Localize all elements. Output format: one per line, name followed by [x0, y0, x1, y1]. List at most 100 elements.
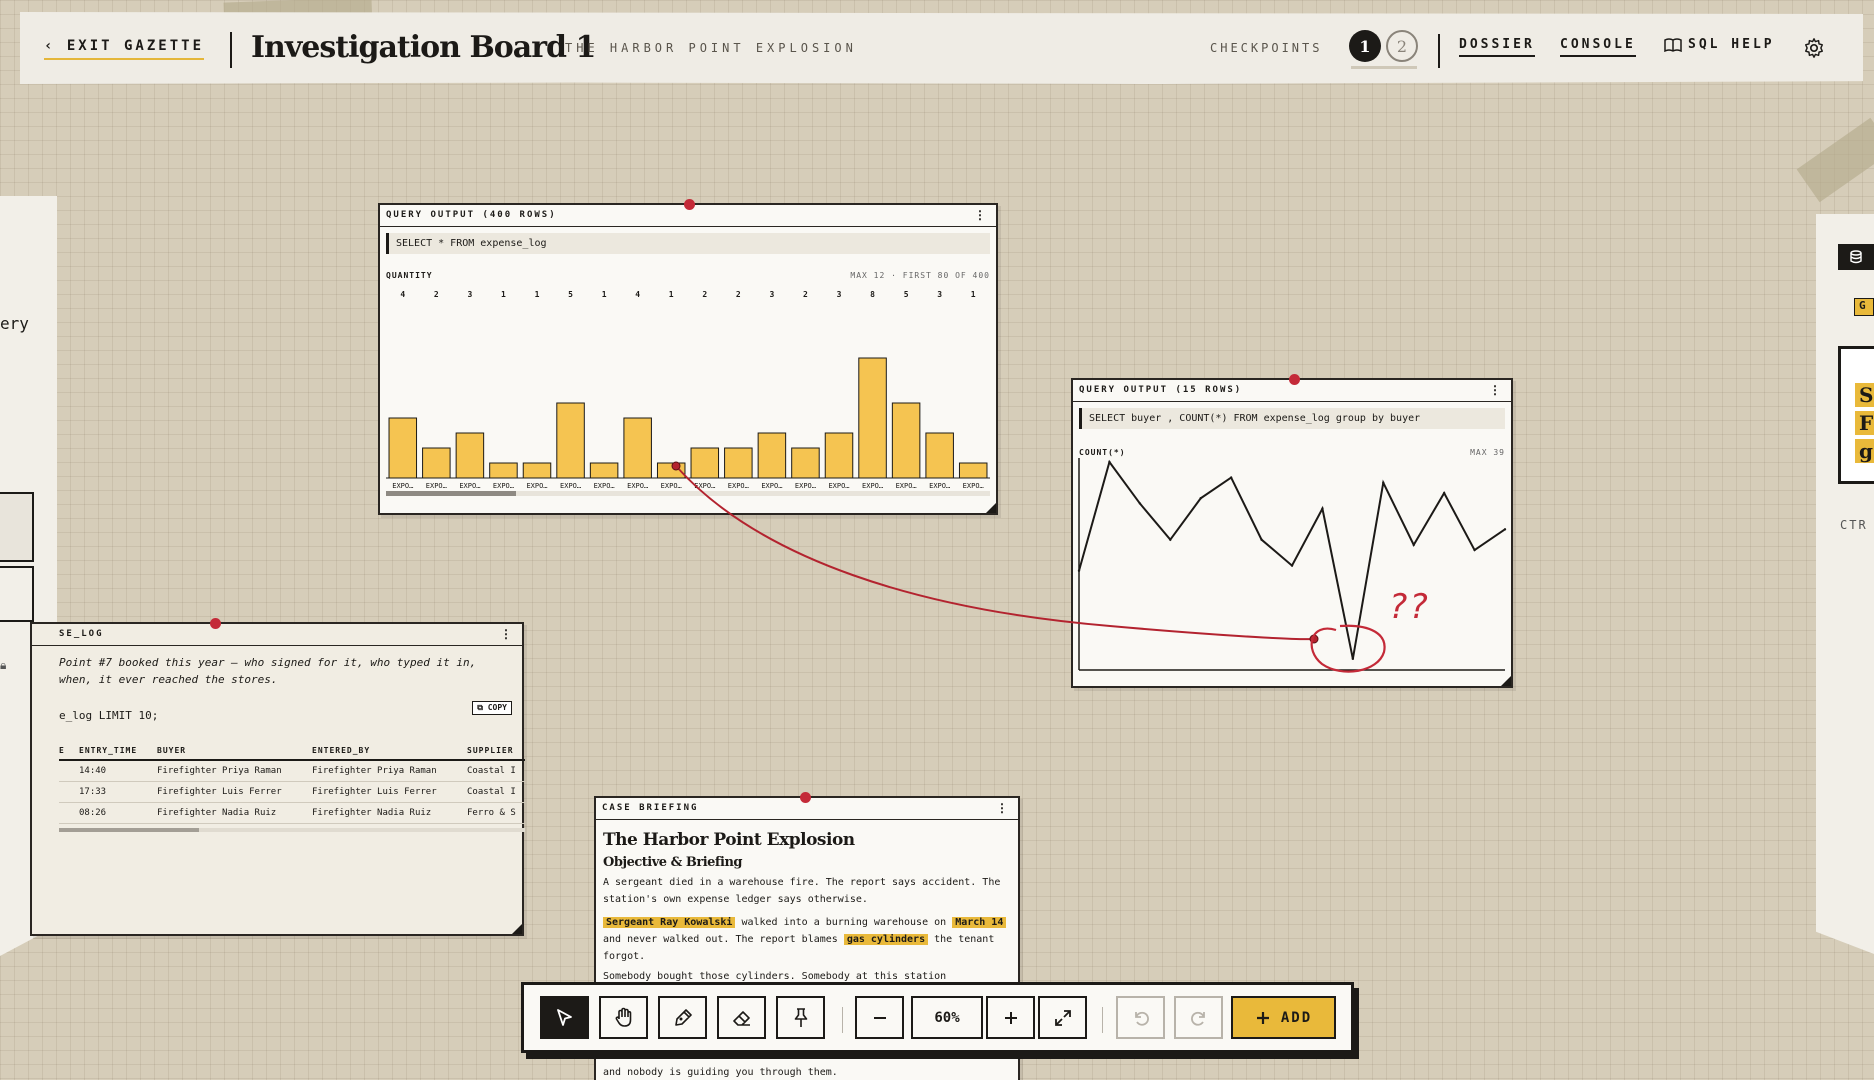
chart-bar[interactable] [824, 432, 854, 479]
pin-tool-button[interactable] [776, 996, 825, 1039]
resize-handle[interactable] [1501, 676, 1511, 686]
right-panel-card[interactable]: S F g [1838, 346, 1874, 484]
chart-bar[interactable] [690, 447, 720, 479]
tape-strip [1796, 117, 1874, 203]
chart-bar[interactable] [757, 432, 787, 479]
zoom-out-button[interactable] [855, 996, 904, 1039]
card-menu-icon[interactable]: ⋮ [500, 624, 514, 645]
chart-bar[interactable] [925, 432, 954, 479]
card-menu-icon[interactable]: ⋮ [996, 798, 1010, 819]
table-row[interactable]: 08:26 Firefighter Nadia Ruiz Firefighter… [59, 802, 525, 824]
bar-category-label: EXPO… [862, 482, 883, 490]
bar-category-label: EXPO… [459, 482, 480, 490]
bar-value-label: 2 [434, 290, 439, 299]
chart-point[interactable] [1138, 502, 1142, 505]
bar-value-label: 2 [803, 290, 808, 299]
card-header: CASE BRIEFING ⋮ [596, 798, 1018, 820]
right-panel-highlight: g [1855, 439, 1874, 463]
chart-bar[interactable] [623, 417, 652, 479]
card-menu-icon[interactable]: ⋮ [974, 205, 988, 226]
scrollbar-thumb[interactable] [59, 828, 199, 832]
chart-point[interactable] [1290, 564, 1294, 567]
chart-point[interactable] [1199, 497, 1202, 500]
bar-category-label: EXPO… [694, 482, 715, 490]
expense-query-card[interactable]: QUERY OUTPUT (400 ROWS) ⋮ SELECT * FROM … [378, 199, 998, 515]
scrollbar-thumb[interactable] [386, 491, 516, 496]
chart-bar[interactable] [891, 402, 921, 479]
chart-point[interactable] [1077, 569, 1081, 572]
column-header: ENTERED_BY [312, 742, 467, 761]
chart-point[interactable] [1351, 657, 1355, 661]
horizontal-scrollbar[interactable] [386, 491, 990, 496]
resize-handle[interactable] [986, 503, 996, 513]
expense-log-card[interactable]: SE_LOG ⋮ Point #7 booked this year — who… [30, 618, 525, 936]
pen-tool-button[interactable] [658, 996, 707, 1039]
chart-bar[interactable] [556, 402, 585, 479]
select-tool-button[interactable] [540, 996, 589, 1039]
chart-bar[interactable] [724, 447, 753, 479]
chart-bar[interactable] [656, 462, 686, 479]
table-cell: Coastal I [467, 760, 525, 782]
checkpoint-underline [1351, 66, 1417, 69]
checkpoint-1[interactable]: 1 [1349, 30, 1381, 62]
chart-point[interactable] [1260, 538, 1263, 541]
left-panel-box[interactable] [0, 566, 34, 622]
chart-bar[interactable] [522, 462, 552, 479]
eraser-tool-button[interactable] [717, 996, 766, 1039]
chart-bar[interactable] [422, 447, 451, 479]
table-cell: Firefighter Luis Ferrer [312, 781, 467, 803]
chart-bar[interactable] [455, 432, 485, 479]
exit-gazette-button[interactable]: ‹ EXIT GAZETTE [44, 38, 205, 60]
zoom-in-button[interactable] [986, 996, 1035, 1039]
left-panel-box[interactable] [0, 492, 34, 562]
console-link[interactable]: CONSOLE [1560, 37, 1636, 57]
redo-button[interactable] [1174, 996, 1223, 1039]
briefing-paragraph: A sergeant died in a warehouse fire. The… [603, 877, 1001, 905]
card-menu-icon[interactable]: ⋮ [1489, 380, 1503, 401]
redo-icon [1190, 1011, 1205, 1026]
buyer-query-card[interactable]: QUERY OUTPUT (15 ROWS) ⋮ SELECT buyer , … [1071, 374, 1513, 688]
bar-category-label: EXPO… [761, 482, 782, 490]
right-panel-highlight: F [1855, 411, 1874, 435]
chart-point[interactable] [1382, 481, 1385, 484]
chart-point[interactable] [1442, 491, 1446, 495]
copy-button[interactable]: ⧉ COPY [472, 701, 512, 715]
chart-bar[interactable] [858, 357, 887, 479]
chart-meta: MAX 39 [1470, 448, 1505, 457]
chart-bar[interactable] [388, 417, 418, 479]
bar-category-label: EXPO… [896, 482, 917, 490]
chart-point[interactable] [1169, 538, 1172, 541]
sql-snippet: e_log LIMIT 10; [59, 709, 159, 722]
right-panel-hint: CTR [1840, 518, 1868, 532]
undo-button[interactable] [1116, 996, 1165, 1039]
horizontal-scrollbar[interactable] [59, 828, 525, 832]
fit-view-button[interactable] [1038, 996, 1087, 1039]
chart-bar[interactable] [589, 462, 619, 479]
dossier-link[interactable]: DOSSIER [1459, 37, 1535, 57]
database-icon[interactable] [1838, 244, 1874, 270]
table-row[interactable]: 14:40 Firefighter Priya Raman Firefighte… [59, 760, 525, 782]
sql-help-link[interactable]: SQL HELP [1664, 37, 1775, 55]
header-divider [1438, 34, 1440, 68]
chart-bar[interactable] [791, 447, 820, 479]
chart-point[interactable] [1412, 543, 1415, 547]
chart-point[interactable] [1321, 507, 1324, 510]
bar-chart: 4 EXPO… 2 EXPO… 3 EXPO… 1 EXPO… 1 EXPO… 5 EXPO… 1 EXP… [386, 290, 990, 490]
add-button[interactable]: ADD [1231, 996, 1336, 1039]
briefing-paragraph: Sergeant Ray Kowalski walked into a burn… [603, 914, 1013, 965]
bar-category-label: EXPO… [493, 482, 514, 490]
table-row[interactable]: 17:33 Firefighter Luis Ferrer Firefighte… [59, 781, 525, 803]
resize-handle[interactable] [512, 924, 522, 934]
gear-icon[interactable] [1803, 37, 1825, 59]
bar-category-label: EXPO… [795, 482, 816, 490]
chart-point[interactable] [1229, 476, 1233, 479]
chart-bar[interactable] [489, 462, 518, 479]
chart-point[interactable] [1473, 548, 1476, 552]
checkpoint-2[interactable]: 2 [1386, 30, 1418, 62]
hand-tool-button[interactable] [599, 996, 648, 1039]
chart-point[interactable] [1503, 528, 1507, 531]
chart-bar[interactable] [958, 462, 988, 479]
bar-value-label: 3 [837, 290, 842, 299]
table-cell: 17:33 [79, 781, 157, 803]
chart-point[interactable] [1108, 460, 1111, 464]
